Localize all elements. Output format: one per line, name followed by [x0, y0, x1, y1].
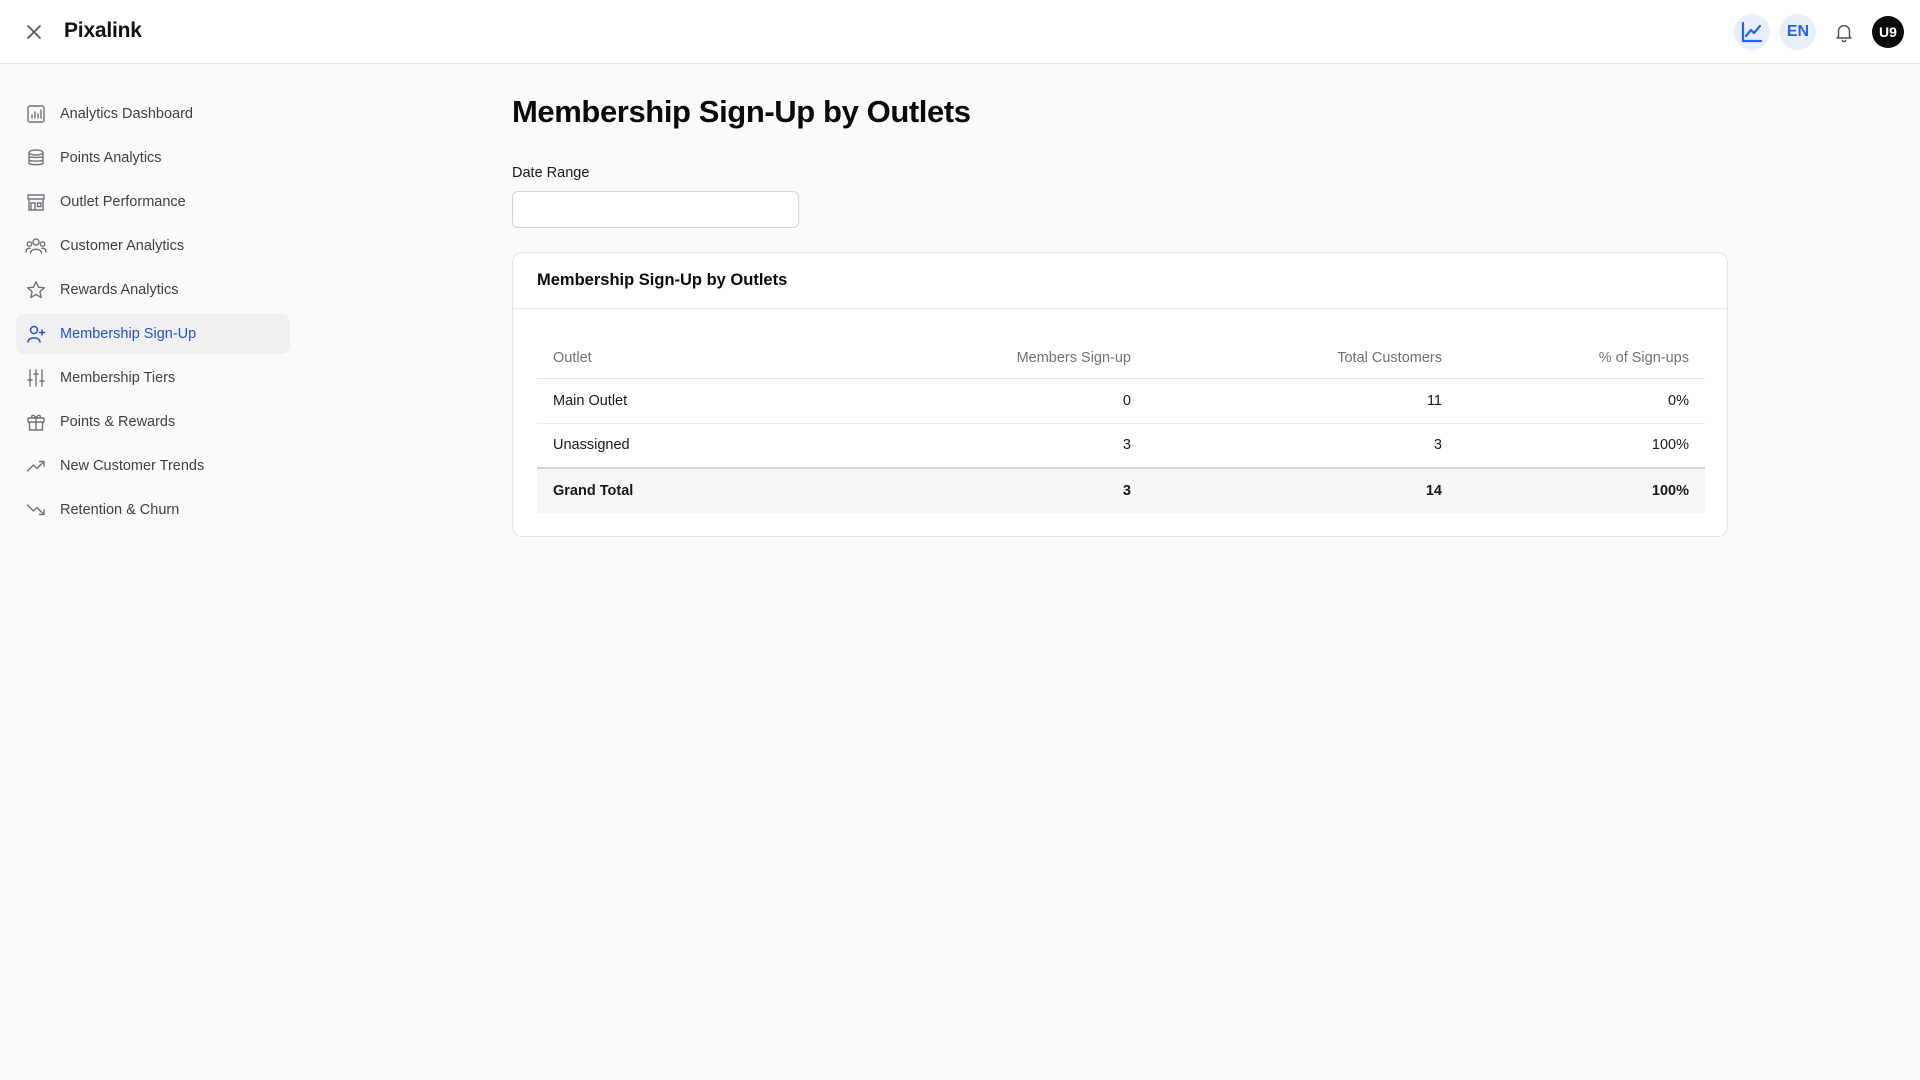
trending-up-icon: [25, 455, 47, 477]
signup-card: Membership Sign-Up by Outlets Outlet Mem…: [512, 252, 1728, 537]
date-range-label: Date Range: [512, 165, 590, 181]
cell-outlet: Grand Total: [537, 467, 827, 513]
trending-down-icon: [25, 499, 47, 521]
sidebar-item-membership-sign-up[interactable]: Membership Sign-Up: [16, 314, 290, 354]
sidebar-item-label: Customer Analytics: [60, 238, 185, 254]
avatar[interactable]: U9: [1872, 16, 1904, 48]
table-header-row: Outlet Members Sign-up Total Customers %…: [537, 338, 1705, 379]
sidebar-item-membership-tiers[interactable]: Membership Tiers: [16, 358, 290, 398]
sidebar-item-label: Retention & Churn: [60, 502, 180, 518]
bar-chart-icon: [25, 103, 47, 125]
star-icon: [25, 279, 47, 301]
user-plus-icon: [25, 323, 47, 345]
chart-icon[interactable]: [1734, 14, 1770, 50]
sidebar-item-points-analytics[interactable]: Points Analytics: [16, 138, 290, 178]
column-header-percent-sign-ups[interactable]: % of Sign-ups: [1442, 338, 1705, 379]
brand-name: Pixalink: [64, 19, 142, 42]
column-header-members-sign-up[interactable]: Members Sign-up: [827, 338, 1131, 379]
sidebar-item-label: Membership Tiers: [60, 370, 176, 386]
sidebar-item-new-customer-trends[interactable]: New Customer Trends: [16, 446, 290, 486]
sidebar-item-retention-churn[interactable]: Retention & Churn: [16, 490, 290, 530]
sidebar-item-label: Analytics Dashboard: [60, 106, 193, 122]
cell-members-sign-up: 3: [827, 467, 1131, 513]
sidebar-item-analytics-dashboard[interactable]: Analytics Dashboard: [16, 94, 290, 134]
sidebar-item-outlet-performance[interactable]: Outlet Performance: [16, 182, 290, 222]
database-icon: [25, 147, 47, 169]
sidebar-item-label: Outlet Performance: [60, 194, 186, 210]
store-icon: [25, 191, 47, 213]
close-icon[interactable]: [22, 20, 46, 44]
sidebar-item-label: Rewards Analytics: [60, 282, 179, 298]
language-button[interactable]: EN: [1780, 14, 1816, 50]
signup-table: Outlet Members Sign-up Total Customers %…: [537, 338, 1705, 513]
cell-members-sign-up: 0: [827, 378, 1131, 424]
cell-percent-sign-ups: 0%: [1442, 378, 1705, 424]
table-row: Main Outlet 0 11 0%: [537, 378, 1705, 424]
sliders-icon: [25, 367, 47, 389]
header-actions: EN U9: [1734, 14, 1904, 50]
cell-members-sign-up: 3: [827, 423, 1131, 469]
bell-icon[interactable]: [1826, 14, 1862, 50]
card-title: Membership Sign-Up by Outlets: [513, 253, 1727, 309]
cell-percent-sign-ups: 100%: [1442, 423, 1705, 469]
table-row: Unassigned 3 3 100%: [537, 423, 1705, 469]
date-range-input[interactable]: [512, 191, 799, 228]
gift-icon: [25, 411, 47, 433]
column-header-total-customers[interactable]: Total Customers: [1131, 338, 1442, 379]
sidebar-item-label: Points & Rewards: [60, 414, 176, 430]
cell-total-customers: 14: [1131, 467, 1442, 513]
grand-total-row: Grand Total 3 14 100%: [537, 467, 1705, 513]
top-bar: Pixalink EN U9: [0, 0, 1920, 64]
sidebar-item-label: Membership Sign-Up: [60, 326, 197, 342]
cell-percent-sign-ups: 100%: [1442, 467, 1705, 513]
sidebar-item-points-rewards[interactable]: Points & Rewards: [16, 402, 290, 442]
cell-outlet: Main Outlet: [537, 378, 827, 424]
sidebar: Analytics Dashboard Points Analytics Out…: [16, 94, 290, 534]
sidebar-item-label: New Customer Trends: [60, 458, 205, 474]
cell-total-customers: 11: [1131, 378, 1442, 424]
sidebar-item-rewards-analytics[interactable]: Rewards Analytics: [16, 270, 290, 310]
page-title: Membership Sign-Up by Outlets: [512, 94, 971, 129]
users-icon: [25, 235, 47, 257]
sidebar-item-label: Points Analytics: [60, 150, 162, 166]
cell-outlet: Unassigned: [537, 423, 827, 469]
cell-total-customers: 3: [1131, 423, 1442, 469]
column-header-outlet[interactable]: Outlet: [537, 338, 827, 379]
sidebar-item-customer-analytics[interactable]: Customer Analytics: [16, 226, 290, 266]
